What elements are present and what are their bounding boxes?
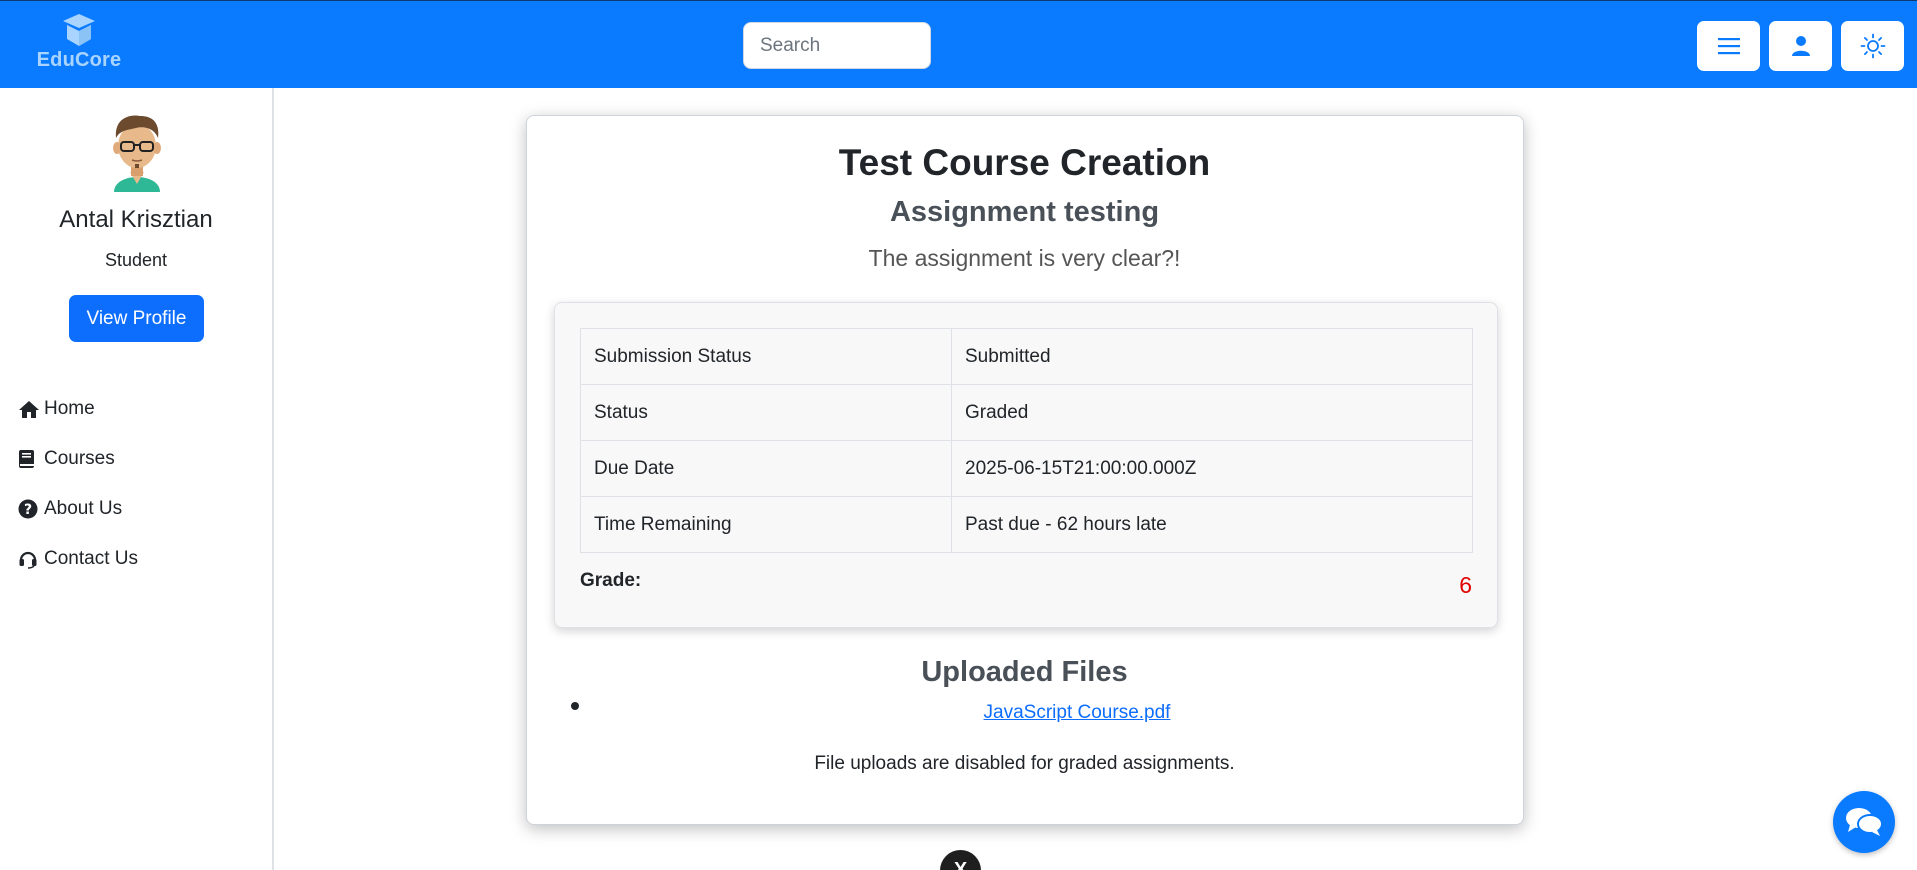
- uploaded-files-title: Uploaded Files: [921, 656, 1128, 688]
- row-value: Past due - 62 hours late: [951, 496, 1473, 553]
- educore-logo[interactable]: EduCore: [34, 13, 124, 75]
- row-value: Submitted: [951, 328, 1473, 385]
- sidebar-item-courses[interactable]: Courses: [18, 434, 138, 484]
- row-label: Time Remaining: [580, 496, 952, 553]
- submission-table: Submission Status Submitted Status Grade…: [580, 328, 1473, 553]
- sidebar-nav: Home Courses ? About Us Contact Us: [18, 384, 138, 584]
- top-navbar: EduCore: [0, 0, 1917, 88]
- sidebar-item-contact-us[interactable]: Contact Us: [18, 534, 138, 584]
- table-row: Due Date 2025-06-15T21:00:00.000Z: [580, 440, 1473, 497]
- table-row: Time Remaining Past due - 62 hours late: [580, 496, 1473, 553]
- sidebar-item-label: Home: [44, 398, 95, 419]
- graduation-cube-icon: [63, 14, 95, 46]
- file-link[interactable]: JavaScript Course.pdf: [952, 702, 1202, 724]
- user-name: Antal Krisztian: [59, 206, 213, 233]
- sun-icon: [1860, 33, 1885, 59]
- sidebar-item-about-us[interactable]: ? About Us: [18, 484, 138, 534]
- assignment-card: Test Course Creation Assignment testing …: [526, 115, 1524, 825]
- row-label: Submission Status: [580, 328, 952, 385]
- table-row: Submission Status Submitted: [580, 328, 1473, 385]
- logo-text: EduCore: [36, 49, 122, 71]
- svg-text:?: ?: [24, 502, 32, 518]
- grade-value: 6: [1459, 572, 1472, 598]
- table-row: Status Graded: [580, 384, 1473, 441]
- chat-button[interactable]: [1833, 791, 1895, 853]
- book-icon: [18, 449, 42, 469]
- chat-icon: [1846, 808, 1883, 836]
- avatar: [113, 115, 161, 192]
- assignment-title: Assignment testing: [889, 196, 1160, 228]
- assignment-description: The assignment is very clear?!: [868, 245, 1181, 271]
- theme-toggle-button[interactable]: [1841, 21, 1904, 71]
- grade-label: Grade:: [580, 570, 642, 591]
- close-button[interactable]: X: [940, 850, 981, 870]
- list-bullet: [571, 702, 579, 710]
- headset-icon: [18, 549, 42, 569]
- sidebar-item-label: About Us: [44, 498, 123, 519]
- sidebar: Antal Krisztian Student View Profile Hom…: [0, 88, 274, 870]
- question-circle-icon: ?: [18, 499, 42, 519]
- menu-button[interactable]: [1697, 21, 1760, 71]
- sidebar-item-label: Courses: [44, 448, 115, 469]
- view-profile-button[interactable]: View Profile: [69, 295, 204, 342]
- row-value: Graded: [951, 384, 1473, 441]
- course-title: Test Course Creation: [838, 142, 1211, 183]
- row-label: Due Date: [580, 440, 952, 497]
- submission-details-card: Submission Status Submitted Status Grade…: [554, 302, 1498, 628]
- sidebar-item-home[interactable]: Home: [18, 384, 138, 434]
- user-role: Student: [104, 250, 168, 270]
- search-input[interactable]: [743, 22, 931, 69]
- row-label: Status: [580, 384, 952, 441]
- sidebar-item-label: Contact Us: [44, 548, 138, 569]
- profile-button[interactable]: [1769, 21, 1832, 71]
- home-icon: [18, 400, 42, 419]
- row-value: 2025-06-15T21:00:00.000Z: [951, 440, 1473, 497]
- user-icon: [1791, 36, 1810, 56]
- menu-icon: [1717, 38, 1740, 55]
- upload-disabled-note: File uploads are disabled for graded ass…: [814, 753, 1235, 774]
